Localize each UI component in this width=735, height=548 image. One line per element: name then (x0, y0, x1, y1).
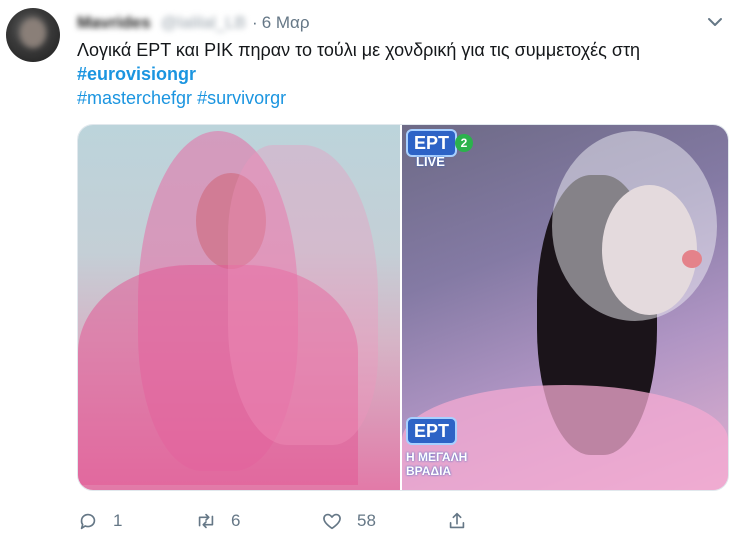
author-name[interactable]: Mavrides (77, 13, 151, 33)
show-title: Η ΜΕΓΑΛΗ ΒΡΑΔΙΑ (406, 450, 468, 478)
media-image-right[interactable]: ΕΡΤ 2 LIVE ΕΡΤ Η ΜΕΓΑΛΗ ΒΡΑΔΙΑ (402, 125, 728, 490)
tweet-card[interactable]: Mavrides @lalilal_LB · 6 Μαρ Λογικά ΕΡΤ … (0, 0, 735, 548)
heart-icon (323, 513, 341, 530)
share-button[interactable] (446, 510, 468, 532)
chevron-down-icon[interactable] (705, 12, 725, 32)
tweet-text-line: Λογικά ΕΡΤ και ΡΙΚ πηραν το τούλι με χον… (77, 40, 641, 60)
separator: · (252, 13, 258, 32)
channel-logo-bottom: ΕΡΤ (406, 417, 458, 445)
reply-icon (80, 513, 96, 530)
tweet-date[interactable]: 6 Μαρ (262, 13, 310, 33)
media-image-left[interactable] (78, 125, 400, 490)
share-icon (449, 512, 465, 529)
retweet-button[interactable]: 6 (195, 510, 240, 532)
reply-count: 1 (113, 511, 123, 530)
tweet-text: Λογικά ΕΡΤ και ΡΙΚ πηραν το τούλι με χον… (77, 38, 727, 110)
tweet-media[interactable]: ΕΡΤ 2 LIVE ΕΡΤ Η ΜΕΓΑΛΗ ΒΡΑΔΙΑ (77, 124, 729, 491)
channel-logo: ΕΡΤ 2 (406, 129, 474, 157)
reply-button[interactable]: 1 (77, 510, 122, 532)
tweet-header: Mavrides @lalilal_LB · 6 Μαρ (77, 12, 310, 34)
like-count: 58 (357, 511, 376, 530)
author-handle[interactable]: @lalilal_LB (161, 13, 246, 33)
tweet-actions: 1 6 58 (77, 510, 497, 536)
hashtag-link[interactable]: #eurovisiongr (77, 64, 196, 84)
live-label: LIVE (416, 154, 445, 169)
retweet-count: 6 (231, 511, 241, 530)
avatar[interactable] (6, 8, 60, 62)
hashtag-link[interactable]: #masterchefgr (77, 88, 192, 108)
like-button[interactable]: 58 (321, 510, 376, 532)
retweet-icon (198, 513, 214, 529)
hashtag-link[interactable]: #survivorgr (197, 88, 286, 108)
